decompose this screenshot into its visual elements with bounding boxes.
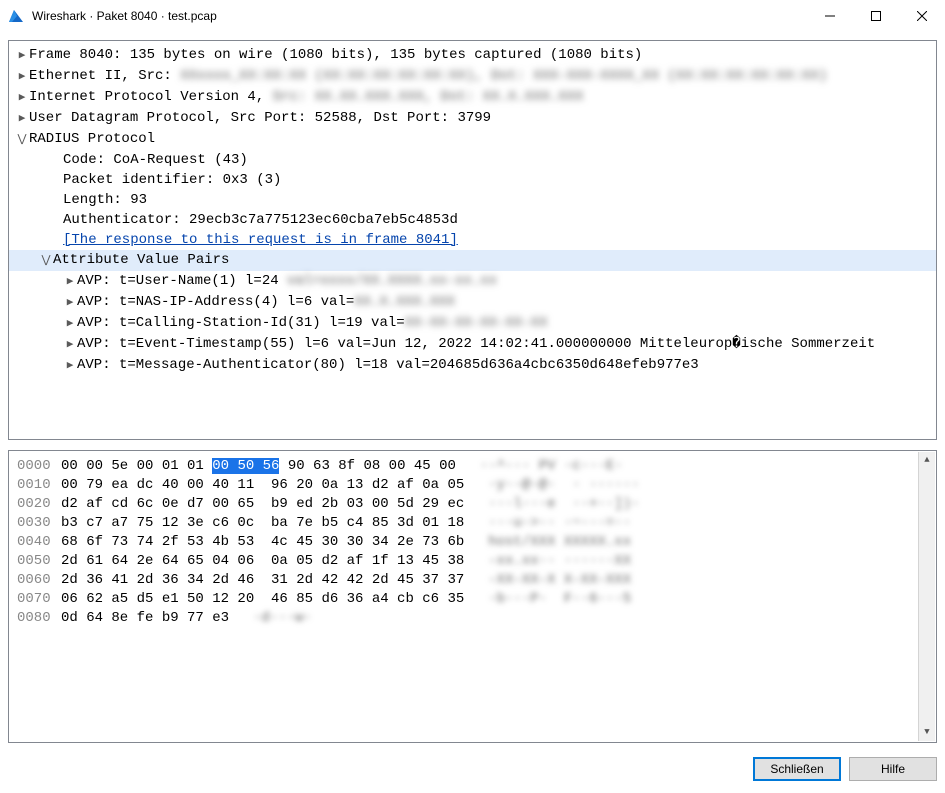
tree-udp-label: User Datagram Protocol, Src Port: 52588,…: [29, 108, 491, 128]
hex-line[interactable]: 00800d 64 8e fe b9 77 e3 ·d···w·: [17, 609, 928, 628]
tree-radius-auth[interactable]: Authenticator: 29ecb3c7a775123ec60cba7eb…: [9, 210, 936, 230]
hex-ascii[interactable]: ···u·>·· ·~···=··: [488, 514, 631, 533]
maximize-button[interactable]: [853, 0, 899, 32]
hex-offset: 0010: [17, 476, 61, 495]
vertical-scrollbar[interactable]: ▲ ▼: [918, 452, 935, 741]
collapse-icon[interactable]: ⋁: [15, 130, 29, 150]
tree-avp-message-auth[interactable]: ▶ AVP: t=Message-Authenticator(80) l=18 …: [9, 355, 936, 376]
hex-ascii[interactable]: host/XXX XXXXX.xx: [488, 533, 631, 552]
tree-code-label: Code: CoA-Request (43): [63, 150, 248, 170]
hex-line[interactable]: 001000 79 ea dc 40 00 40 11 96 20 0a 13 …: [17, 476, 928, 495]
hex-offset: 0070: [17, 590, 61, 609]
tree-response-link[interactable]: [The response to this request is in fram…: [9, 230, 936, 250]
tree-radius-length[interactable]: Length: 93: [9, 190, 936, 210]
titlebar[interactable]: Wireshark · Paket 8040 · test.pcap: [0, 0, 945, 32]
hex-offset: 0080: [17, 609, 61, 628]
scroll-down-icon[interactable]: ▼: [919, 724, 935, 741]
expand-icon[interactable]: ▶: [63, 293, 77, 313]
scroll-up-icon[interactable]: ▲: [919, 452, 935, 469]
tree-avp-nas-ip[interactable]: ▶ AVP: t=NAS-IP-Address(4) l=6 val=XX.X.…: [9, 292, 936, 313]
hex-bytes[interactable]: 2d 36 41 2d 36 34 2d 46 31 2d 42 42 2d 4…: [61, 571, 464, 590]
tree-length-label: Length: 93: [63, 190, 147, 210]
tree-ethernet[interactable]: ▶ Ethernet II, Src: XXxxxx_XX:XX:XX (XX:…: [9, 66, 936, 87]
hex-ascii[interactable]: ···l···e ··+··])·: [488, 495, 639, 514]
expand-icon[interactable]: ▶: [63, 314, 77, 334]
hex-line[interactable]: 00502d 61 64 2e 64 65 04 06 0a 05 d2 af …: [17, 552, 928, 571]
tree-auth-label: Authenticator: 29ecb3c7a775123ec60cba7eb…: [63, 210, 458, 230]
hex-bytes[interactable]: 00 00 5e 00 01 01 00 50 56 90 63 8f 08 0…: [61, 457, 456, 476]
tree-avp2-label: AVP: t=NAS-IP-Address(4) l=6 val=XX.X.XX…: [77, 292, 455, 312]
tree-avp-header-row[interactable]: ⋁ Attribute Value Pairs: [9, 250, 936, 271]
minimize-button[interactable]: [807, 0, 853, 32]
tree-radius-code[interactable]: Code: CoA-Request (43): [9, 150, 936, 170]
hex-line[interactable]: 004068 6f 73 74 2f 53 4b 53 4c 45 30 30 …: [17, 533, 928, 552]
hex-bytes[interactable]: 00 79 ea dc 40 00 40 11 96 20 0a 13 d2 a…: [61, 476, 464, 495]
hex-line[interactable]: 007006 62 a5 d5 e1 50 12 20 46 85 d6 36 …: [17, 590, 928, 609]
hex-offset: 0040: [17, 533, 61, 552]
hex-line[interactable]: 0020d2 af cd 6c 0e d7 00 65 b9 ed 2b 03 …: [17, 495, 928, 514]
tree-pktid-label: Packet identifier: 0x3 (3): [63, 170, 281, 190]
tree-resp-link-label[interactable]: [The response to this request is in fram…: [63, 230, 458, 250]
packet-details-tree[interactable]: ▶ Frame 8040: 135 bytes on wire (1080 bi…: [8, 40, 937, 440]
expand-icon[interactable]: ▶: [63, 272, 77, 292]
hex-offset: 0050: [17, 552, 61, 571]
window-title: Wireshark · Paket 8040 · test.pcap: [32, 9, 217, 23]
tree-radius-pktid[interactable]: Packet identifier: 0x3 (3): [9, 170, 936, 190]
hex-offset: 0000: [17, 457, 61, 476]
hex-bytes[interactable]: 0d 64 8e fe b9 77 e3: [61, 609, 229, 628]
tree-avp-calling-station[interactable]: ▶ AVP: t=Calling-Station-Id(31) l=19 val…: [9, 313, 936, 334]
tree-avp-event-timestamp[interactable]: ▶ AVP: t=Event-Timestamp(55) l=6 val=Jun…: [9, 334, 936, 355]
hex-bytes[interactable]: d2 af cd 6c 0e d7 00 65 b9 ed 2b 03 00 5…: [61, 495, 464, 514]
close-window-button[interactable]: [899, 0, 945, 32]
hex-offset: 0030: [17, 514, 61, 533]
window-controls: [807, 0, 945, 32]
dialog-buttons: Schließen Hilfe: [8, 743, 937, 785]
expand-icon[interactable]: ▶: [63, 335, 77, 355]
collapse-icon[interactable]: ⋁: [39, 251, 53, 271]
tree-frame[interactable]: ▶ Frame 8040: 135 bytes on wire (1080 bi…: [9, 45, 936, 66]
hex-line[interactable]: 0030b3 c7 a7 75 12 3e c6 0c ba 7e b5 c4 …: [17, 514, 928, 533]
tree-avp4-label: AVP: t=Event-Timestamp(55) l=6 val=Jun 1…: [77, 334, 875, 354]
hex-line[interactable]: 00602d 36 41 2d 36 34 2d 46 31 2d 42 42 …: [17, 571, 928, 590]
tree-avp3-label: AVP: t=Calling-Station-Id(31) l=19 val=X…: [77, 313, 547, 333]
hex-bytes[interactable]: 2d 61 64 2e 64 65 04 06 0a 05 d2 af 1f 1…: [61, 552, 464, 571]
tree-avp1-label: AVP: t=User-Name(1) l=24 val=xxxx/XX.XXX…: [77, 271, 497, 291]
hex-bytes[interactable]: 68 6f 73 74 2f 53 4b 53 4c 45 30 30 34 2…: [61, 533, 464, 552]
help-button[interactable]: Hilfe: [849, 757, 937, 781]
close-button[interactable]: Schließen: [753, 757, 841, 781]
expand-icon[interactable]: ▶: [15, 67, 29, 87]
hex-bytes[interactable]: 06 62 a5 d5 e1 50 12 20 46 85 d6 36 a4 c…: [61, 590, 464, 609]
tree-eth-label: Ethernet II, Src: XXxxxx_XX:XX:XX (XX:XX…: [29, 66, 827, 86]
tree-udp[interactable]: ▶ User Datagram Protocol, Src Port: 5258…: [9, 108, 936, 129]
hex-ascii[interactable]: -xx.xx·· ······XX: [488, 552, 631, 571]
tree-ip-label: Internet Protocol Version 4, Src: XX.XX.…: [29, 87, 584, 107]
expand-icon[interactable]: ▶: [15, 46, 29, 66]
expand-icon[interactable]: ▶: [15, 109, 29, 129]
tree-radius[interactable]: ⋁ RADIUS Protocol: [9, 129, 936, 150]
expand-icon[interactable]: ▶: [63, 356, 77, 376]
hex-ascii[interactable]: -XX-XX-X X-XX-XXX: [488, 571, 631, 590]
tree-frame-label: Frame 8040: 135 bytes on wire (1080 bits…: [29, 45, 642, 65]
hex-ascii[interactable]: ·b···P· F··6···5: [488, 590, 631, 609]
packet-bytes-hex[interactable]: 000000 00 5e 00 01 01 00 50 56 90 63 8f …: [8, 450, 937, 743]
tree-ip[interactable]: ▶ Internet Protocol Version 4, Src: XX.X…: [9, 87, 936, 108]
wireshark-icon: [8, 8, 24, 24]
hex-ascii[interactable]: ·y··@·@· · ······: [488, 476, 639, 495]
tree-radius-label: RADIUS Protocol: [29, 129, 155, 149]
expand-icon[interactable]: ▶: [15, 88, 29, 108]
tree-avp-header-label: Attribute Value Pairs: [53, 250, 229, 270]
hex-ascii[interactable]: ··^··· PV ·c···E·: [480, 457, 623, 476]
hex-offset: 0020: [17, 495, 61, 514]
tree-avp-user-name[interactable]: ▶ AVP: t=User-Name(1) l=24 val=xxxx/XX.X…: [9, 271, 936, 292]
tree-avp5-label: AVP: t=Message-Authenticator(80) l=18 va…: [77, 355, 699, 375]
hex-offset: 0060: [17, 571, 61, 590]
hex-line[interactable]: 000000 00 5e 00 01 01 00 50 56 90 63 8f …: [17, 457, 928, 476]
hex-bytes[interactable]: b3 c7 a7 75 12 3e c6 0c ba 7e b5 c4 85 3…: [61, 514, 464, 533]
hex-ascii[interactable]: ·d···w·: [253, 609, 312, 628]
